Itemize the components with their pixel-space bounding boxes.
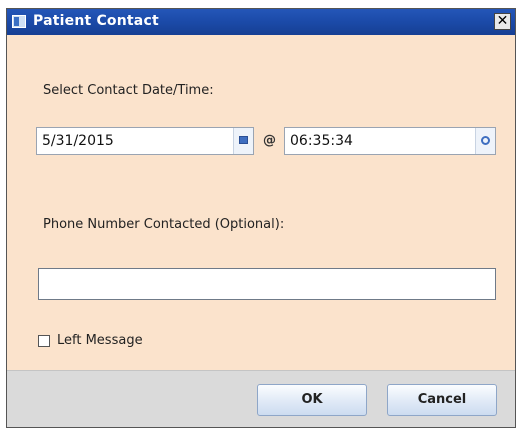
dialog-footer: OK Cancel <box>7 370 515 427</box>
window-icon <box>12 15 26 28</box>
clock-button[interactable] <box>475 128 495 154</box>
contact-time-value: 06:35:34 <box>290 133 353 149</box>
dialog-title: Patient Contact <box>33 13 159 29</box>
title-bar[interactable]: Patient Contact ✕ <box>7 9 515 35</box>
close-button[interactable]: ✕ <box>494 13 511 30</box>
left-message-checkbox[interactable] <box>38 335 50 347</box>
patient-contact-dialog: Patient Contact ✕ Select Contact Date/Ti… <box>6 8 516 428</box>
contact-date-field[interactable]: 5/31/2015 <box>36 127 254 155</box>
at-symbol: @ <box>263 133 276 148</box>
phone-number-input[interactable] <box>38 268 496 300</box>
left-message-label[interactable]: Left Message <box>57 333 143 348</box>
phone-number-label: Phone Number Contacted (Optional): <box>43 217 285 232</box>
ok-button[interactable]: OK <box>257 384 367 416</box>
contact-date-value: 5/31/2015 <box>42 133 114 149</box>
contact-time-field[interactable]: 06:35:34 <box>284 127 496 155</box>
calendar-button[interactable] <box>233 128 253 154</box>
calendar-icon <box>239 136 248 144</box>
contact-date-time-label: Select Contact Date/Time: <box>43 83 214 98</box>
cancel-button[interactable]: Cancel <box>387 384 497 416</box>
clock-icon <box>481 136 490 145</box>
